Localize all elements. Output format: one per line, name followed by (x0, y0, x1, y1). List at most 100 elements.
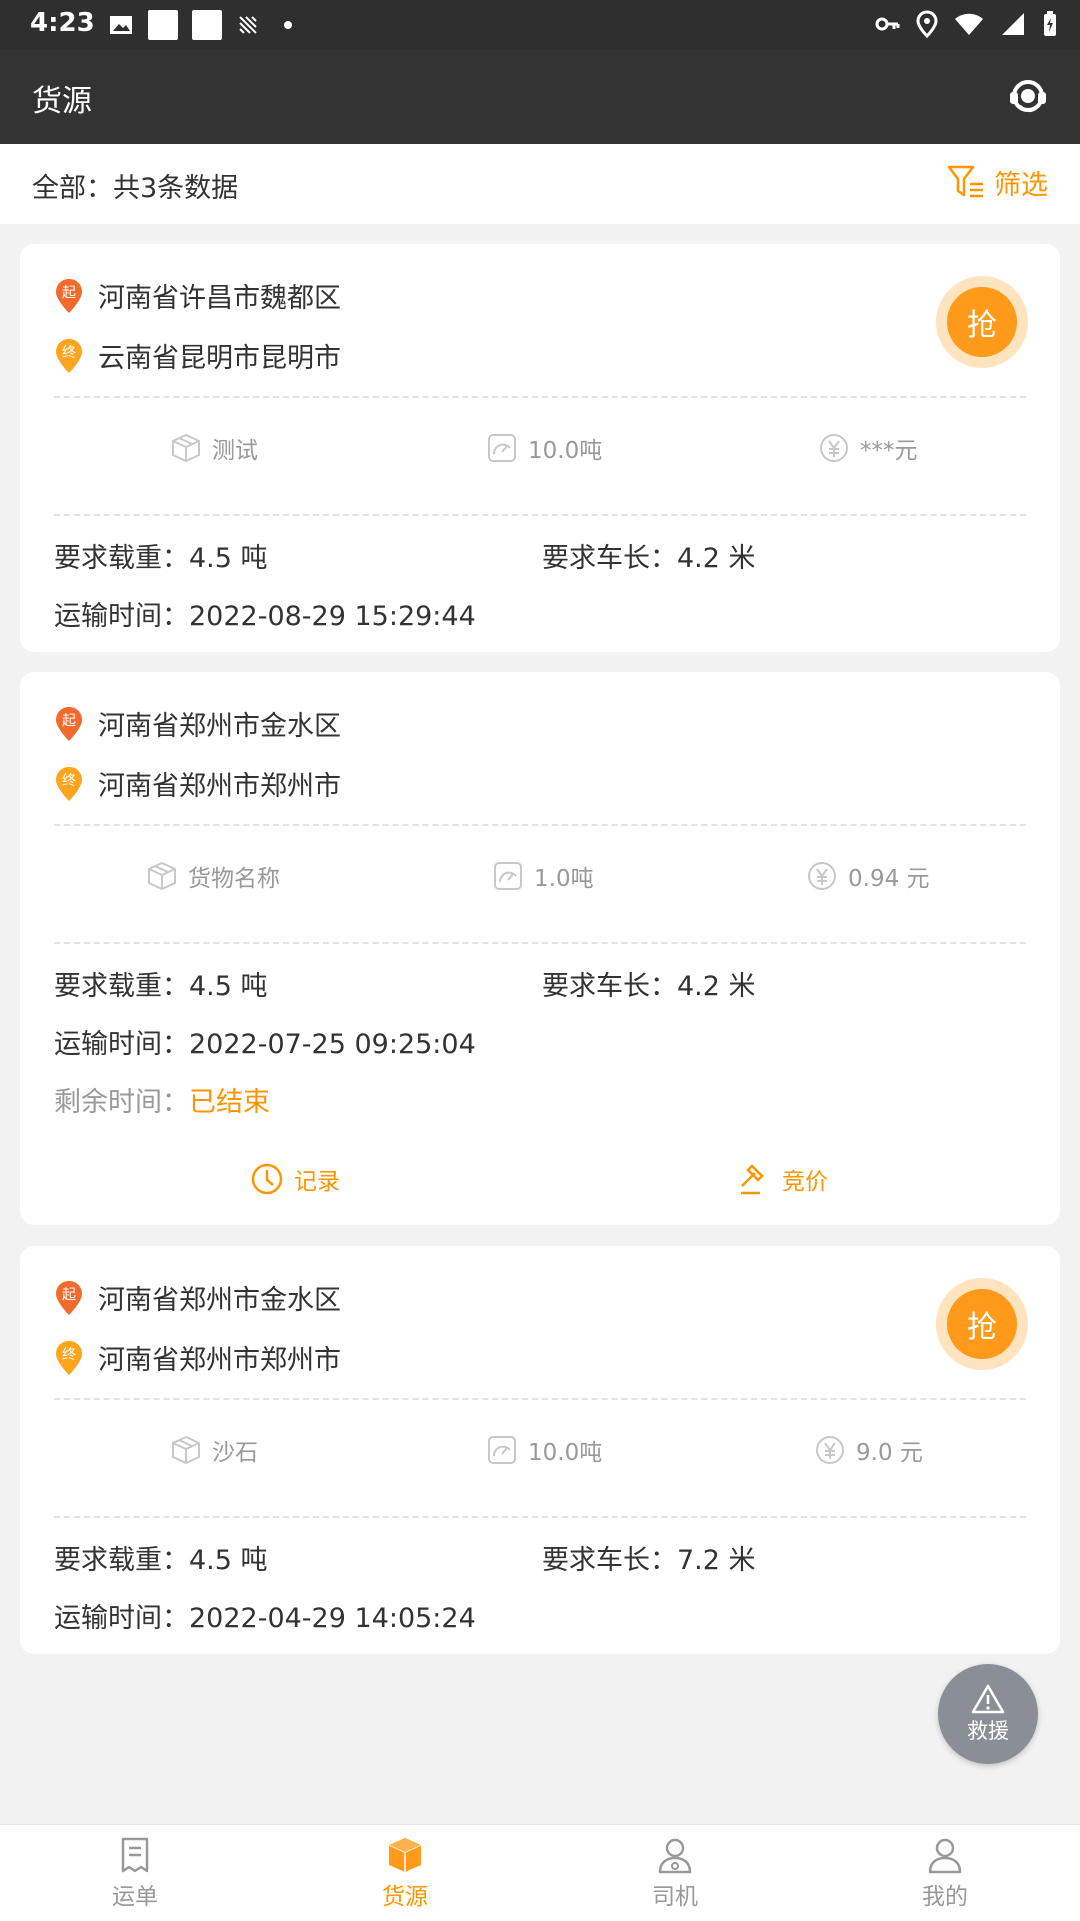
scale-icon (494, 862, 522, 890)
cargo-box-icon (388, 1838, 422, 1872)
tab-waybill[interactable]: 运单 (0, 1825, 270, 1921)
end-pin-icon: 终 (56, 338, 82, 373)
end-address: 云南省昆明市昆明市 (98, 343, 341, 374)
package-icon (172, 433, 200, 463)
rescue-button[interactable]: 救援 (938, 1664, 1038, 1764)
cargo-price: 9.0 元 (856, 1440, 923, 1466)
summary-bar: 全部：共3条数据 筛选 (0, 144, 1080, 224)
required-load: 要求载重：4.5 吨 (54, 971, 268, 1002)
goods-info: 货物名称 (146, 859, 280, 893)
svg-text:终: 终 (62, 1347, 76, 1363)
divider (54, 824, 1026, 826)
cargo-weight: 10.0吨 (528, 1440, 603, 1466)
status-time: 4:23 (30, 8, 95, 38)
yuan-icon (808, 862, 836, 890)
grab-label: 抢 (947, 287, 1017, 357)
cargo-weight: 1.0吨 (534, 866, 594, 892)
grab-label: 抢 (947, 1289, 1017, 1359)
record-label: 记录 (294, 1169, 340, 1195)
transport-time: 运输时间：2022-04-29 14:05:24 (54, 1603, 476, 1634)
record-button[interactable]: 记录 (250, 1162, 340, 1196)
customer-service-icon[interactable] (1006, 74, 1050, 118)
waybill-icon (121, 1837, 149, 1873)
svg-text:起: 起 (62, 1287, 76, 1303)
gavel-icon (741, 1164, 764, 1195)
bid-label: 竞价 (782, 1169, 828, 1195)
start-pin-icon: 起 (56, 706, 82, 741)
start-address: 河南省许昌市魏都区 (98, 283, 341, 314)
bottom-tab-bar: 运单 货源 司机 我的 (0, 1824, 1080, 1921)
filter-icon (947, 165, 983, 198)
grab-order-button[interactable]: 抢 (936, 1278, 1028, 1370)
end-address: 河南省郑州市郑州市 (98, 771, 341, 802)
status-bar: 4:23 (0, 0, 1080, 50)
goods-name: 货物名称 (188, 866, 280, 892)
cargo-info-row: 测试 10.0吨 ***元 (20, 431, 1060, 481)
image-notification-icon (110, 16, 132, 34)
weight-info: 1.0吨 (492, 859, 594, 893)
start-pin-icon: 起 (56, 1280, 82, 1315)
grab-order-button[interactable]: 抢 (936, 276, 1028, 368)
svg-text:起: 起 (62, 713, 76, 729)
divider (54, 1516, 1026, 1518)
divider (54, 1398, 1026, 1400)
remaining-time-label: 剩余时间： (54, 1087, 189, 1118)
tab-cargo[interactable]: 货源 (270, 1825, 540, 1921)
svg-text:终: 终 (62, 345, 76, 361)
required-load: 要求载重：4.5 吨 (54, 543, 268, 574)
location-icon (916, 10, 938, 38)
goods-name: 沙石 (212, 1440, 258, 1466)
filter-label: 筛选 (994, 169, 1048, 201)
yuan-icon (816, 1436, 844, 1464)
goods-info: 测试 (170, 431, 258, 465)
required-length: 要求车长：4.2 米 (542, 543, 756, 574)
remaining-time: 剩余时间：已结束 (54, 1080, 270, 1119)
clock-icon (251, 1163, 283, 1195)
filter-button[interactable]: 筛选 (946, 162, 1048, 202)
profile-icon (928, 1838, 962, 1874)
goods-name: 测试 (212, 438, 258, 464)
svg-text:终: 终 (62, 773, 76, 789)
cargo-weight: 10.0吨 (528, 438, 603, 464)
tab-mine[interactable]: 我的 (810, 1825, 1080, 1921)
weight-info: 10.0吨 (486, 431, 602, 465)
cargo-card[interactable]: 起 河南省郑州市金水区 终 河南省郑州市郑州市 货物名称 1.0吨 0.94 元… (20, 672, 1060, 1225)
cargo-card[interactable]: 起 河南省许昌市魏都区 终 云南省昆明市昆明市 抢 测试 10.0吨 ***元 … (20, 244, 1060, 652)
cargo-info-row: 沙石 10.0吨 9.0 元 (20, 1433, 1060, 1483)
required-load: 要求载重：4.5 吨 (54, 1545, 268, 1576)
required-length: 要求车长：7.2 米 (542, 1545, 756, 1576)
cargo-info-row: 货物名称 1.0吨 0.94 元 (20, 859, 1060, 909)
tab-driver[interactable]: 司机 (540, 1825, 810, 1921)
notification-icons (108, 10, 292, 40)
signal-icon (1002, 13, 1024, 35)
system-icons (874, 10, 1058, 38)
cargo-card[interactable]: 起 河南省郑州市金水区 终 河南省郑州市郑州市 抢 沙石 10.0吨 9.0 元… (20, 1246, 1060, 1654)
package-icon (172, 1435, 200, 1465)
weight-info: 10.0吨 (486, 1433, 602, 1467)
tab-label: 我的 (922, 1884, 968, 1910)
start-address: 河南省郑州市金水区 (98, 711, 341, 742)
divider (54, 942, 1026, 944)
wifi-icon (955, 13, 983, 35)
start-address: 河南省郑州市金水区 (98, 1285, 341, 1316)
app-notification-icon (192, 10, 222, 40)
end-location: 终 河南省郑州市郑州市 (54, 1338, 341, 1377)
tab-label: 运单 (112, 1884, 158, 1910)
rescue-label: 救援 (967, 1719, 1009, 1743)
vpn-key-icon (875, 17, 900, 31)
end-pin-icon: 终 (56, 766, 82, 801)
driver-icon (658, 1838, 692, 1874)
start-pin-icon: 起 (56, 278, 82, 313)
yuan-icon (820, 434, 848, 462)
tab-label: 货源 (382, 1884, 428, 1910)
cargo-price: ***元 (860, 438, 918, 464)
tab-label: 司机 (652, 1884, 698, 1910)
start-location: 起 河南省郑州市金水区 (54, 704, 341, 743)
price-info: 0.94 元 (806, 859, 930, 893)
app-notification-icon (239, 16, 257, 34)
price-info: 9.0 元 (814, 1433, 923, 1467)
divider (54, 396, 1026, 398)
scale-icon (488, 1436, 516, 1464)
package-icon (148, 861, 176, 891)
bid-button[interactable]: 竞价 (738, 1162, 828, 1196)
